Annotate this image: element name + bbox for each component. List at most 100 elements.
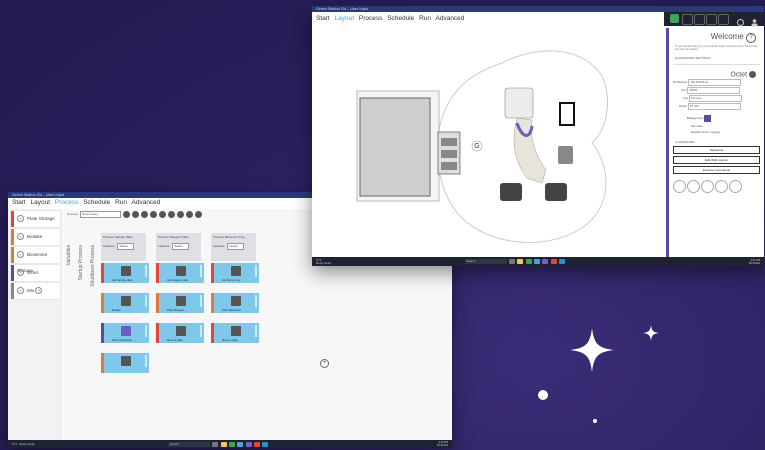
instrument-icon [176,326,186,336]
taskbar-search[interactable]: Search [464,259,507,264]
simulate-row[interactable]: Simulate [669,122,764,130]
edge-icon[interactable] [534,259,541,264]
step-card[interactable]: Move to plate [211,323,259,343]
menu-start[interactable]: Start [12,199,26,206]
record-icon[interactable] [158,210,166,218]
port-field[interactable]: 25000 [687,87,741,95]
tool-icon[interactable] [673,180,686,194]
advanced-settings-toggle[interactable]: ⊕ ADVANCED SETTINGS [669,56,764,60]
copy-icon[interactable] [185,210,193,218]
run-controls [664,12,764,27]
biosensor-tray-2[interactable] [545,183,567,201]
sidebar-item-mix[interactable]: + Mix ? [11,283,60,299]
edit-icon[interactable] [131,210,139,218]
taskbar-search[interactable]: Search [167,441,210,447]
stop-button[interactable] [694,14,705,25]
disable-logging-row[interactable]: Disable Error Logging [669,130,764,135]
reset-button[interactable] [718,14,729,25]
menu-advanced[interactable]: Advanced [132,199,161,206]
process-select[interactable]: Octet Assay [79,210,121,218]
menu-process[interactable]: Process [359,15,382,22]
menu-advanced[interactable]: Advanced [436,15,465,22]
app-icon[interactable] [245,441,252,447]
step-card[interactable]: Get Sensor tray [211,263,259,283]
octet-instrument[interactable] [504,87,534,119]
mail-icon[interactable] [559,259,566,264]
tool-icon[interactable] [715,180,728,194]
tab-variables[interactable]: Variables [66,245,72,265]
step-card[interactable]: Move to plate [156,323,204,343]
decorative-dot [538,390,548,400]
advanced-toggle[interactable]: ⊖ ADVANCED [669,140,764,144]
gripper-station[interactable] [558,146,573,164]
execute-commands-button[interactable]: Execute Commands [673,166,760,175]
step-button[interactable] [706,14,717,25]
taskview-icon[interactable] [212,441,219,447]
settings-icon[interactable] [736,14,745,26]
tab-shutdown-process[interactable]: Shutdown Process [90,245,96,287]
edit-icon[interactable] [749,71,756,78]
sidebar-item-biotake[interactable]: + Biotake [11,229,60,245]
sidebar-item-octet[interactable]: + Octet [11,265,60,281]
pause-button[interactable] [682,14,693,25]
tool-icon[interactable] [687,180,700,194]
sidebar-item-biosensor-storage[interactable]: +Biosensor Storage [11,247,60,273]
tool-icon[interactable] [729,180,742,194]
add-process-button[interactable]: + [320,359,329,368]
menu-layout[interactable]: Layout [31,199,51,206]
layout-canvas[interactable]: G [312,28,664,258]
background-color-swatch[interactable] [703,115,711,123]
taskview-icon[interactable] [508,259,515,264]
city-field[interactable]: Fremont [689,95,743,103]
labware-select[interactable]: Select [117,243,135,250]
step-card[interactable]: Place Biosensor [211,293,259,313]
sequence-button[interactable]: Sequence [673,146,760,155]
menu-start[interactable]: Start [316,15,330,22]
menu-run[interactable]: Run [115,199,127,206]
info-icon[interactable] [149,210,157,218]
windows-start-icon[interactable] [456,259,462,264]
block-icon[interactable] [167,210,175,218]
step-card[interactable]: Get Sample plate [101,263,149,283]
column-header: Process Reagent Plate Labware Select [156,233,201,261]
help-icon[interactable]: ? [746,33,756,43]
add-icon[interactable] [122,210,130,218]
browser-icon[interactable] [525,259,532,264]
step-card[interactable]: Place Reagent [156,293,204,313]
tool-icon[interactable] [701,180,714,194]
more-icon[interactable] [194,210,202,218]
ip-address-field[interactable]: 192.168.86.21 [688,79,742,87]
menu-schedule[interactable]: Schedule [83,199,110,206]
biosensor-tray-1[interactable] [500,183,522,201]
edit-work-layout-button[interactable]: Edit Work Layout [673,156,760,165]
mail-icon[interactable] [262,441,269,447]
user-icon[interactable] [140,210,148,218]
play-button[interactable] [670,14,679,23]
explorer-icon[interactable] [517,259,524,264]
windows-start-icon[interactable] [159,442,165,447]
app-icon[interactable] [542,259,549,264]
menu-process[interactable]: Process [55,199,78,206]
tab-startup-process[interactable]: Startup Process [78,245,84,281]
edge-icon[interactable] [237,441,244,447]
step-card[interactable]: Biotake [101,293,149,313]
browser-icon[interactable] [228,441,235,447]
step-card[interactable]: Get Reagent plate [156,263,204,283]
sidebar-item-plate-storage[interactable]: + Plate Storage [11,211,60,227]
menu-layout[interactable]: Layout [335,15,355,22]
step-card[interactable]: Place Octet/plate [101,323,149,343]
office-icon[interactable] [254,441,261,447]
labware-select[interactable]: Select [227,243,245,250]
step-card[interactable] [101,353,149,373]
robot-field[interactable]: PF 400 [687,103,741,111]
explorer-icon[interactable] [220,441,227,447]
office-icon[interactable] [550,259,557,264]
user-icon[interactable] [750,14,759,27]
labware-select[interactable]: Select [172,243,190,250]
delete-icon[interactable] [176,210,184,218]
labware-nest[interactable] [559,102,575,126]
menu-schedule[interactable]: Schedule [387,15,414,22]
plate-storage-instrument[interactable] [359,97,431,197]
menu-run[interactable]: Run [419,15,431,22]
help-icon[interactable]: ? [35,287,43,295]
